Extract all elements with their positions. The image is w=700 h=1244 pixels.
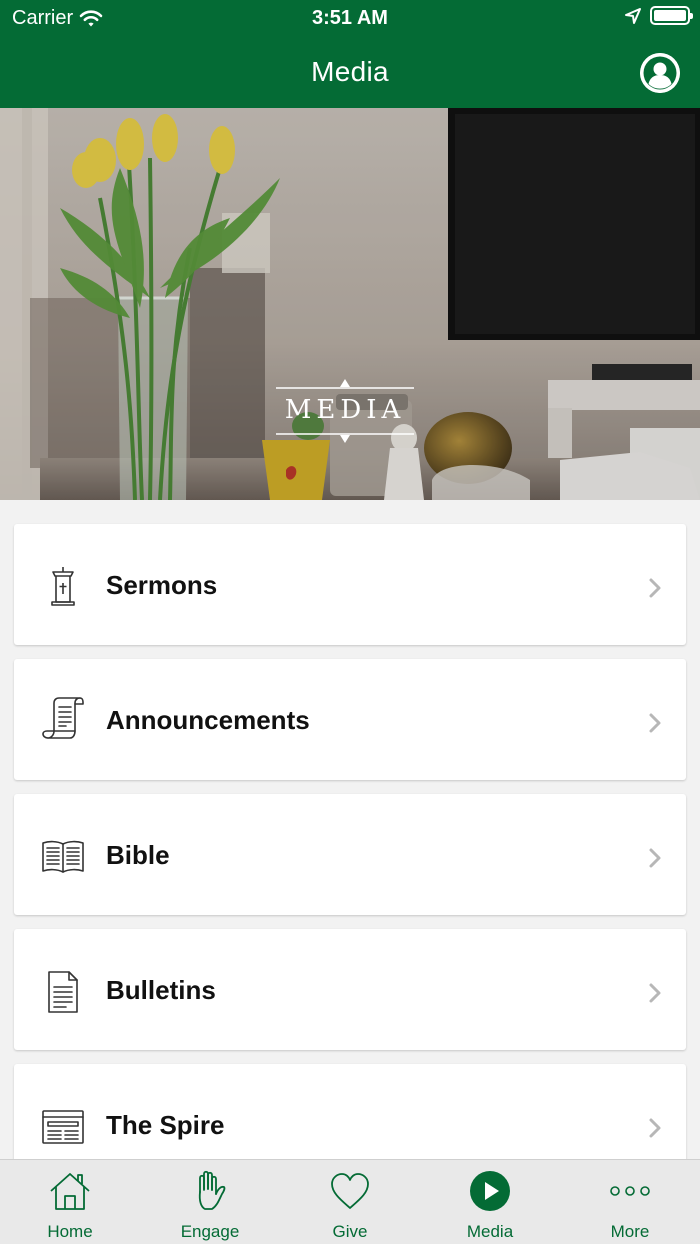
- status-bar: Carrier 3:51 AM: [0, 0, 700, 36]
- menu-item-label: The Spire: [106, 1110, 225, 1140]
- status-right-group: [624, 6, 693, 25]
- tab-label: Home: [47, 1222, 93, 1241]
- hero-banner: MEDIA: [0, 108, 700, 500]
- home-icon: [50, 1173, 90, 1210]
- hero-badge-label: MEDIA: [284, 395, 406, 425]
- menu-item-sermons[interactable]: Sermons: [14, 524, 686, 645]
- media-menu-list: Sermons Announcements Bible Bulletins Th…: [14, 524, 686, 1199]
- document-icon: [48, 971, 78, 1013]
- navigation-bar: Media: [0, 36, 700, 108]
- battery-icon: [650, 6, 693, 25]
- menu-item-label: Bible: [106, 840, 170, 870]
- chevron-right-icon: [649, 1118, 661, 1138]
- user-avatar-icon: [640, 53, 680, 93]
- more-dots-icon: [610, 1186, 650, 1196]
- page-title: Media: [311, 56, 389, 87]
- hand-icon: [198, 1170, 226, 1210]
- tab-label: Media: [466, 1222, 514, 1241]
- media-screen: Carrier 3:51 AM Media MEDIA Sermons Anno…: [0, 0, 700, 1244]
- menu-item-label: Announcements: [106, 705, 310, 735]
- hero-media-badge: MEDIA: [276, 378, 414, 444]
- profile-button[interactable]: [640, 53, 680, 93]
- open-book-icon: [42, 840, 84, 873]
- tab-home[interactable]: Home: [0, 1160, 140, 1244]
- bottom-tab-bar: Home Engage Give Media More: [0, 1159, 700, 1244]
- menu-item-bulletins[interactable]: Bulletins: [14, 929, 686, 1050]
- menu-item-bible[interactable]: Bible: [14, 794, 686, 915]
- pulpit-icon: [51, 567, 75, 606]
- menu-item-announcements[interactable]: Announcements: [14, 659, 686, 780]
- status-time: 3:51 AM: [312, 7, 388, 29]
- newspaper-icon: [42, 1110, 84, 1144]
- heart-icon: [331, 1173, 369, 1209]
- tab-label: More: [610, 1222, 650, 1241]
- tab-label: Give: [332, 1222, 368, 1241]
- tab-more[interactable]: More: [560, 1160, 700, 1244]
- tab-label: Engage: [180, 1222, 240, 1241]
- chevron-right-icon: [649, 848, 661, 868]
- tab-media[interactable]: Media: [420, 1160, 560, 1244]
- chevron-right-icon: [649, 983, 661, 1003]
- menu-item-label: Bulletins: [106, 975, 216, 1005]
- play-icon: [470, 1171, 510, 1211]
- location-arrow-icon: [625, 7, 641, 24]
- menu-item-label: Sermons: [106, 570, 218, 600]
- chevron-right-icon: [649, 713, 661, 733]
- tab-give[interactable]: Give: [280, 1160, 420, 1244]
- tab-engage[interactable]: Engage: [140, 1160, 280, 1244]
- scroll-icon: [42, 697, 84, 739]
- chevron-right-icon: [649, 578, 661, 598]
